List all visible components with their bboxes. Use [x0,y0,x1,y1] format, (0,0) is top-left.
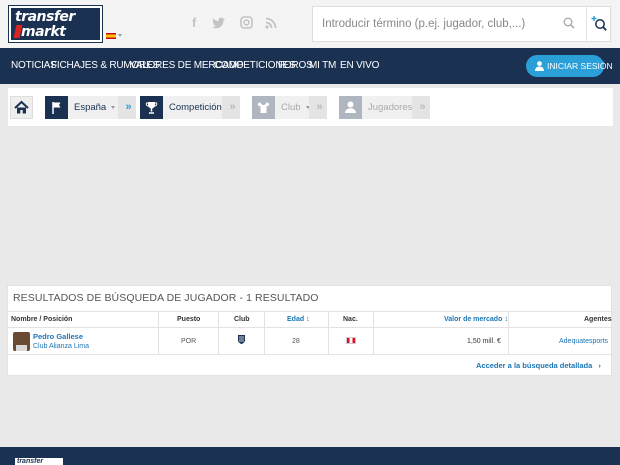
divider [586,7,587,41]
facebook-icon[interactable]: f [192,16,196,30]
chevron-down-icon[interactable] [118,34,122,37]
breadcrumb-competition[interactable]: Competición [163,96,231,119]
main-navigation: NOTICIAS FICHAJES & RUMORES VALORES DE M… [0,48,620,84]
competition-button[interactable] [140,96,163,119]
club-button [252,96,275,119]
nav-item-noticias[interactable]: NOTICIAS [11,60,57,71]
sort-icon: ↕ [306,316,310,323]
twitter-icon[interactable] [212,17,226,29]
breadcrumb-country[interactable]: España [68,96,118,119]
column-header-market-value-label: Valor de mercado [444,316,503,323]
players-button [339,96,362,119]
country-flag-button[interactable] [45,96,68,119]
player-position: POR [181,338,197,345]
advanced-search-icon[interactable] [591,15,607,31]
transfermarkt-logo[interactable]: transfer markt [8,5,103,43]
user-icon [345,101,356,113]
player-avatar[interactable] [13,332,30,351]
chevron-down-icon [111,105,116,109]
breadcrumb-club-label: Club [281,102,301,113]
login-button[interactable]: INICIAR SESIÓN [526,55,613,77]
club-crest-icon[interactable] [238,335,245,344]
breadcrumb-next-arrow: » [309,96,327,119]
breadcrumb-players-label: Jugadores [368,102,413,113]
column-header-age-label: Edad [287,316,305,323]
column-header-nationality: Nac. [343,316,358,323]
column-header-position: Puesto [177,316,201,323]
site-header: transfer markt f [0,0,620,48]
nav-item-en-vivo[interactable]: EN VIVO [340,60,379,71]
table-row: Pedro Gallese Club Alianza Lima POR 28 1… [8,328,611,355]
trophy-icon [145,102,158,114]
results-title: RESULTADOS DE BÚSQUEDA DE JUGADOR - 1 RE… [13,292,319,304]
chevron-right-icon: › [598,361,601,370]
breadcrumb-country-label: España [74,102,107,113]
breadcrumb-competition-label: Competición [169,102,222,113]
breadcrumb-players: Jugadores [362,96,422,119]
player-age: 28 [292,338,300,345]
nav-item-foros[interactable]: FOROS [278,60,313,71]
column-header-age[interactable]: Edad ↕ [287,316,310,323]
player-market-value: 1,50 mill. € [467,338,501,345]
player-club-link[interactable]: Club Alianza Lima [33,343,89,350]
search-results-panel: RESULTADOS DE BÚSQUEDA DE JUGADOR - 1 RE… [7,285,612,376]
instagram-icon[interactable] [240,16,253,29]
site-footer: transfer [0,447,620,465]
home-icon [14,100,29,114]
shirt-icon [257,102,270,113]
spain-flag-icon[interactable] [106,33,116,39]
player-agent-link[interactable]: Adequatesports [559,338,608,345]
search-box [312,6,611,42]
detailed-search-link[interactable]: Acceder a la búsqueda detallada › [476,361,601,370]
peru-flag-icon [346,337,356,344]
logo-text-top: transfer [15,9,75,25]
column-header-name: Nombre / Posición [11,316,73,323]
search-icon[interactable] [563,17,575,29]
breadcrumb: España » Competición » Club » Jugadores … [8,88,613,126]
player-name-link[interactable]: Pedro Gallese [33,332,83,341]
footer-logo[interactable]: transfer [15,458,63,465]
column-header-club: Club [234,316,250,323]
detailed-search-label: Acceder a la búsqueda detallada [476,361,593,370]
search-input[interactable] [313,7,563,41]
logo-text-bottom: markt [21,24,66,40]
breadcrumb-next-arrow: » [412,96,430,119]
breadcrumb-club: Club [275,96,310,119]
home-button[interactable] [10,96,33,119]
nav-item-mi-tm[interactable]: MI TM [309,60,336,71]
breadcrumb-next-arrow: » [222,96,240,119]
flag-icon [52,102,61,114]
column-header-market-value[interactable]: Valor de mercado ↕ [444,316,508,323]
user-icon [535,61,544,71]
rss-icon[interactable] [265,17,277,29]
table-header: Nombre / Posición Puesto Club Edad ↕ Nac… [8,311,612,328]
breadcrumb-next-arrow[interactable]: » [118,96,136,119]
login-label: INICIAR SESIÓN [547,61,613,71]
column-header-agents: Agentes [584,316,612,323]
